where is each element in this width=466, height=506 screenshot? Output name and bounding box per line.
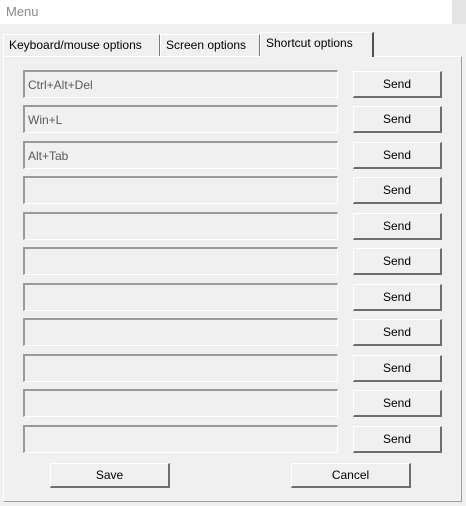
shortcut-field-1[interactable] — [23, 70, 338, 98]
shortcut-field-10[interactable] — [23, 389, 338, 417]
shortcut-row: Send — [23, 176, 443, 206]
shortcut-field-2[interactable] — [23, 105, 338, 133]
title-bar-corner — [452, 0, 466, 24]
send-button-2[interactable]: Send — [353, 106, 442, 133]
send-button-9[interactable]: Send — [353, 355, 442, 382]
shortcut-row: Send — [23, 105, 443, 135]
send-button-5[interactable]: Send — [353, 213, 442, 240]
shortcut-row: Send — [23, 247, 443, 277]
send-button-3[interactable]: Send — [353, 142, 442, 169]
shortcut-field-11[interactable] — [23, 425, 338, 453]
shortcut-row: Send — [23, 212, 443, 242]
shortcut-field-3[interactable] — [23, 141, 338, 169]
send-button-4[interactable]: Send — [353, 177, 442, 204]
send-button-8[interactable]: Send — [353, 319, 442, 346]
shortcut-row: Send — [23, 283, 443, 313]
shortcut-row: Send — [23, 141, 443, 171]
send-button-1[interactable]: Send — [353, 71, 442, 98]
cancel-button[interactable]: Cancel — [291, 463, 411, 488]
shortcut-row: Send — [23, 354, 443, 384]
shortcut-row: Send — [23, 318, 443, 348]
title-bar: Menu — [0, 0, 466, 24]
send-button-6[interactable]: Send — [353, 248, 442, 275]
tab-shortcut-options[interactable]: Shortcut options — [260, 32, 374, 57]
shortcut-field-8[interactable] — [23, 318, 338, 346]
shortcut-field-4[interactable] — [23, 176, 338, 204]
shortcut-field-7[interactable] — [23, 283, 338, 311]
send-button-11[interactable]: Send — [353, 426, 442, 453]
send-button-10[interactable]: Send — [353, 390, 442, 417]
tab-screen-options[interactable]: Screen options — [160, 34, 260, 56]
tab-keyboard-mouse-options[interactable]: Keyboard/mouse options — [3, 34, 160, 56]
shortcut-row: Send — [23, 389, 443, 419]
shortcut-field-6[interactable] — [23, 247, 338, 275]
send-button-7[interactable]: Send — [353, 284, 442, 311]
window-title: Menu — [6, 4, 39, 19]
save-button[interactable]: Save — [50, 463, 170, 488]
shortcut-field-9[interactable] — [23, 354, 338, 382]
shortcut-field-5[interactable] — [23, 212, 338, 240]
shortcut-row: Send — [23, 425, 443, 455]
menu-window: Menu Keyboard/mouse options Screen optio… — [0, 0, 466, 506]
shortcut-row: Send — [23, 70, 443, 100]
